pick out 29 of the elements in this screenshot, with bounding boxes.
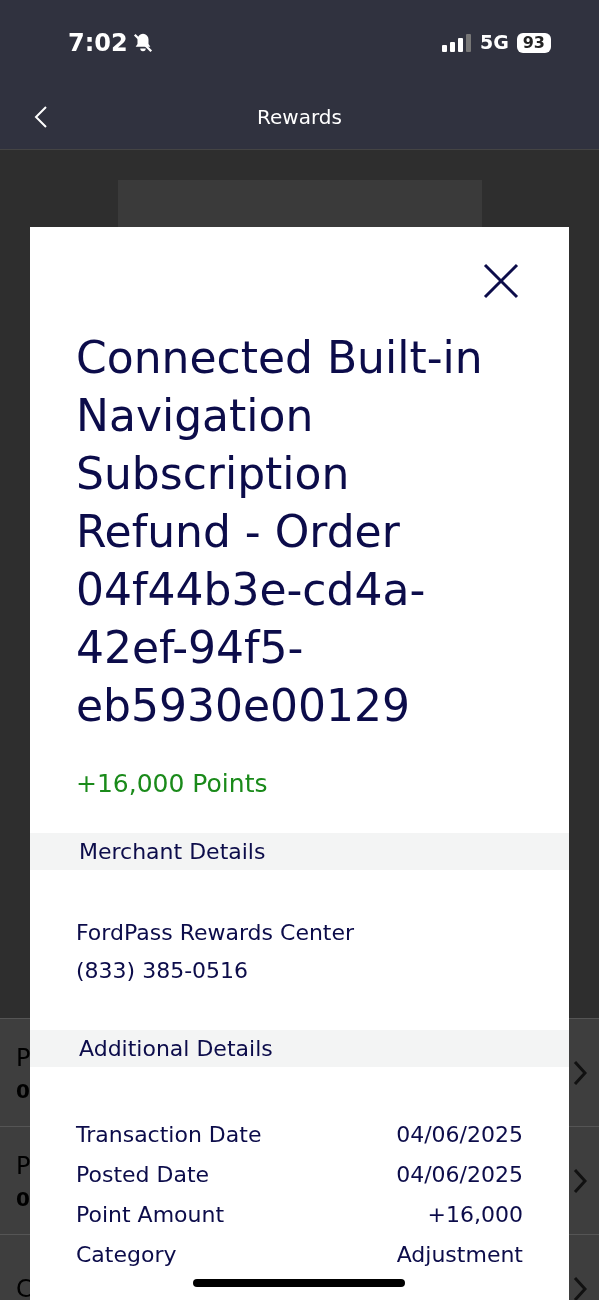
detail-value: +16,000 [427, 1200, 523, 1229]
merchant-line: (833) 385-0516 [76, 956, 250, 985]
detail-label: Transaction Date [76, 1120, 262, 1149]
row-title: P [16, 1042, 31, 1074]
detail-label: Point Amount [76, 1200, 225, 1229]
header-title: Rewards [257, 104, 342, 131]
section-header: Merchant Details [30, 832, 569, 870]
detail-label: Category [76, 1240, 177, 1269]
merchant-line: FordPass Rewards Center [76, 918, 356, 947]
back-icon[interactable] [34, 105, 48, 129]
chevron-right-icon [573, 1059, 587, 1086]
row-subtitle: 0 [16, 1185, 31, 1213]
detail-value: 04/06/2025 [396, 1120, 523, 1149]
points-earned: +16,000 Points [75, 768, 269, 800]
row-subtitle: 0 [16, 1077, 31, 1105]
chevron-right-icon [573, 1275, 587, 1300]
transaction-title: Connected Built-in Navigation Subscription Refund - Order 04f44b3e-cd4a-42ef-94f5-eb5930e00129 [75, 331, 484, 733]
row-title: P [16, 1150, 31, 1182]
status-time: 7:02 [68, 27, 128, 59]
network-label: 5G [479, 30, 509, 56]
detail-value: 04/06/2025 [396, 1160, 523, 1189]
bell-muted-icon [131, 31, 154, 54]
close-icon[interactable] [483, 263, 519, 299]
signal-icon [441, 32, 472, 53]
section-header: Additional Details [30, 1029, 569, 1067]
battery-icon: 93 [516, 32, 551, 53]
detail-label: Posted Date [76, 1160, 210, 1189]
detail-value: Adjustment [396, 1240, 523, 1269]
chevron-right-icon [573, 1167, 587, 1194]
